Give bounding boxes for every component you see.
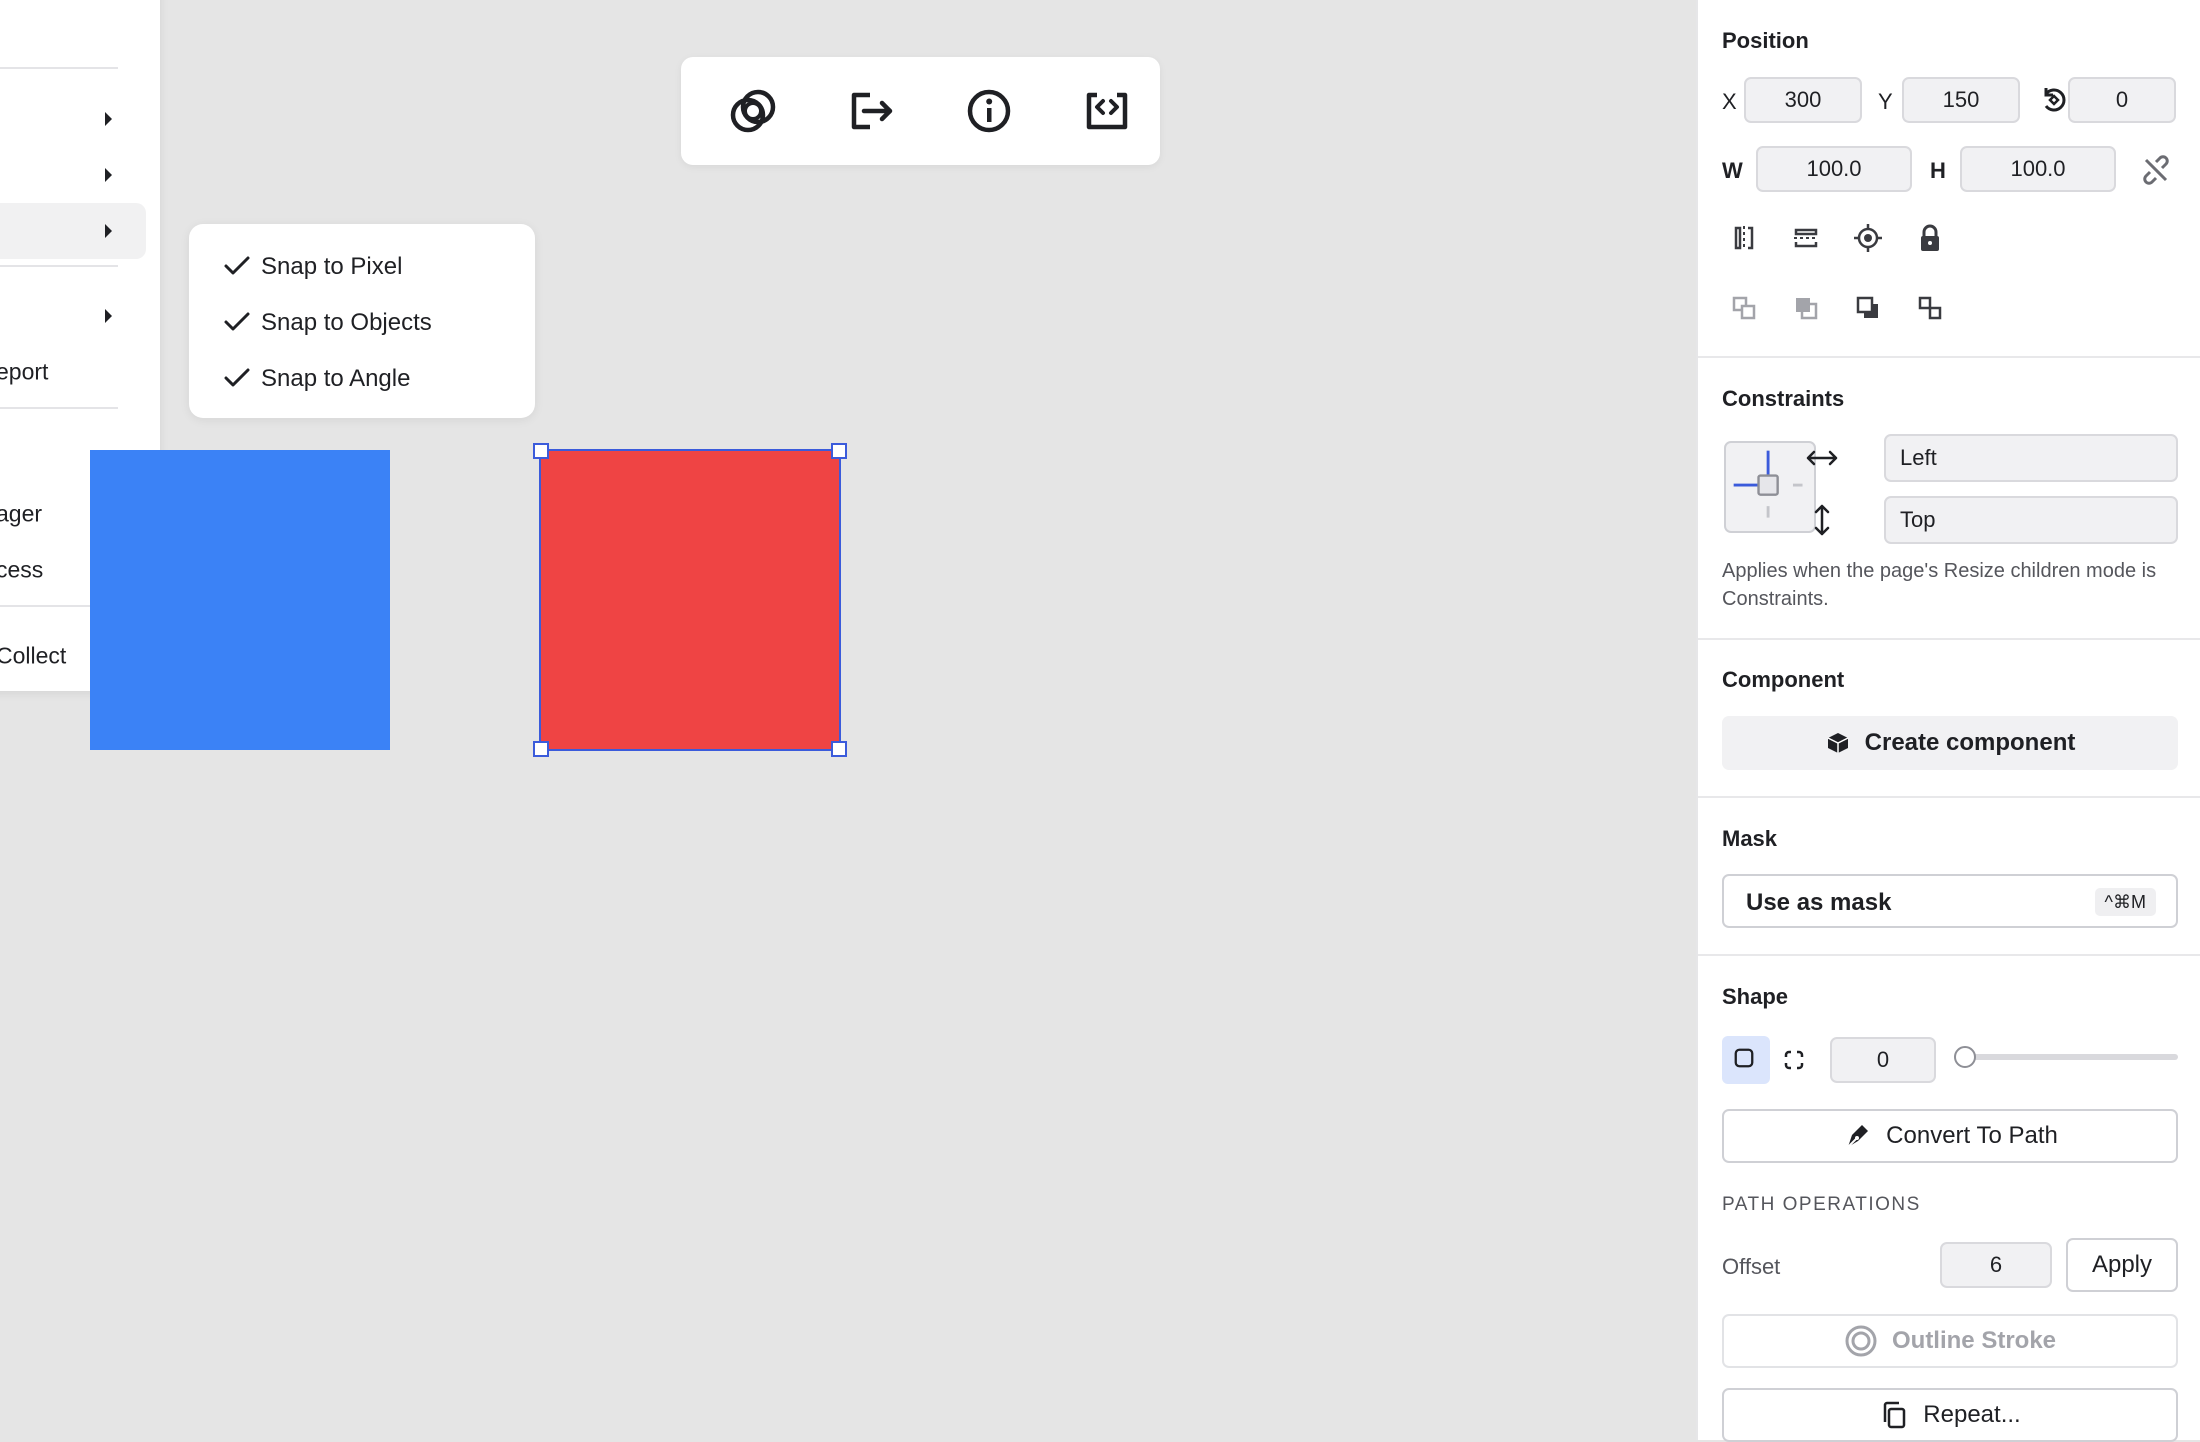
y-label: Y bbox=[1878, 89, 1893, 114]
section-divider bbox=[1698, 796, 2200, 798]
path-operations-caption: PATH OPERATIONS bbox=[1722, 1194, 1921, 1215]
individual-radius-button[interactable] bbox=[1772, 1038, 1816, 1082]
use-as-mask-label: Use as mask bbox=[1746, 889, 1892, 916]
create-component-button[interactable]: Create component bbox=[1722, 716, 2178, 770]
copy-icon bbox=[1884, 1401, 1906, 1429]
resize-handle-bottom-right[interactable] bbox=[831, 741, 847, 757]
y-input[interactable]: 150 bbox=[1902, 77, 2020, 123]
offset-input[interactable]: 6 bbox=[1940, 1242, 2052, 1288]
constraints-title: Constraints bbox=[1722, 386, 1845, 411]
x-input[interactable]: 300 bbox=[1744, 77, 1862, 123]
slider-track bbox=[1954, 1054, 2178, 1060]
send-backward-icon[interactable] bbox=[1784, 286, 1828, 330]
snap-item-label: Snap to Objects bbox=[261, 309, 432, 336]
snap-item-label: Snap to Pixel bbox=[261, 253, 403, 280]
x-label: X bbox=[1722, 89, 1737, 114]
boolean-union-icon bbox=[730, 89, 776, 133]
export-button[interactable] bbox=[840, 81, 900, 141]
checkmark-icon bbox=[224, 256, 250, 275]
snap-submenu: Snap to Pixel Snap to Objects Snap to An… bbox=[189, 224, 535, 418]
slider-thumb[interactable] bbox=[1954, 1046, 1976, 1068]
submenu-arrow-icon bbox=[105, 168, 112, 182]
vertical-constraint-select[interactable]: Top bbox=[1884, 496, 2178, 544]
snap-item-label: Snap to Angle bbox=[261, 365, 411, 392]
menu-item-label: cess bbox=[0, 556, 44, 583]
checkmark-icon bbox=[224, 312, 250, 331]
submenu-arrow-icon bbox=[105, 309, 112, 323]
unlink-aspect-icon[interactable] bbox=[2134, 148, 2178, 192]
constraints-help-text: Applies when the page's Resize children … bbox=[1722, 560, 2157, 610]
resize-handle-bottom-left[interactable] bbox=[533, 741, 549, 757]
flip-horizontal-icon[interactable] bbox=[1722, 216, 1766, 260]
create-component-label: Create component bbox=[1864, 729, 2076, 756]
outline-stroke-button[interactable]: Outline Stroke bbox=[1722, 1314, 2178, 1368]
shape-title: Shape bbox=[1722, 984, 1789, 1009]
apply-label: Apply bbox=[2091, 1251, 2153, 1278]
h-label: H bbox=[1930, 158, 1946, 183]
rotation-input[interactable]: 0 bbox=[2068, 77, 2176, 123]
export-icon bbox=[851, 92, 893, 130]
uniform-radius-button[interactable] bbox=[1722, 1036, 1770, 1084]
menu-item[interactable]: eport bbox=[0, 344, 146, 400]
floating-toolbar bbox=[681, 57, 1160, 165]
apply-offset-button[interactable]: Apply bbox=[2066, 1238, 2178, 1292]
rounded-square-icon bbox=[1734, 1048, 1754, 1068]
menu-separator bbox=[0, 265, 118, 267]
component-cube-icon bbox=[1827, 733, 1848, 753]
checkmark-icon bbox=[224, 368, 250, 387]
vertical-arrows-icon bbox=[1800, 498, 1844, 542]
horizontal-arrows-icon bbox=[1800, 436, 1844, 480]
mask-shortcut: ^⌘M bbox=[2094, 888, 2156, 916]
section-divider bbox=[1698, 954, 2200, 956]
resize-handle-top-right[interactable] bbox=[831, 443, 847, 459]
convert-to-path-button[interactable]: Convert To Path bbox=[1722, 1109, 2178, 1163]
repeat-button[interactable]: Repeat... bbox=[1722, 1388, 2178, 1442]
flip-vertical-icon[interactable] bbox=[1784, 216, 1828, 260]
menu-item[interactable] bbox=[0, 147, 146, 203]
lock-icon[interactable] bbox=[1908, 216, 1952, 260]
convert-to-path-label: Convert To Path bbox=[1886, 1122, 2058, 1149]
section-divider bbox=[1698, 356, 2200, 358]
properties-panel: Position X 300 Y 150 0 W 100.0 H 100.0 C… bbox=[1696, 0, 2200, 1442]
position-title: Position bbox=[1722, 28, 1809, 53]
mask-title: Mask bbox=[1722, 826, 1778, 851]
info-button[interactable] bbox=[959, 81, 1019, 141]
menu-item-label: ager bbox=[0, 500, 43, 527]
send-to-back-icon[interactable] bbox=[1908, 286, 1952, 330]
target-icon[interactable] bbox=[1846, 216, 1890, 260]
red-rectangle[interactable] bbox=[539, 449, 841, 751]
menu-item-label: Collect bbox=[0, 642, 67, 669]
repeat-label: Repeat... bbox=[1923, 1401, 2021, 1428]
submenu-arrow-icon bbox=[105, 224, 112, 238]
embed-code-button[interactable] bbox=[1077, 81, 1137, 141]
corner-radii-icon bbox=[1784, 1050, 1804, 1070]
bring-to-front-icon[interactable] bbox=[1846, 286, 1890, 330]
pen-tool-icon bbox=[1847, 1125, 1869, 1148]
use-as-mask-button[interactable]: Use as mask ^⌘M bbox=[1722, 874, 2178, 928]
menu-item[interactable] bbox=[0, 91, 146, 147]
blue-rectangle[interactable] bbox=[90, 450, 390, 750]
section-divider bbox=[1698, 638, 2200, 640]
embed-code-icon bbox=[1086, 92, 1128, 130]
component-title: Component bbox=[1722, 667, 1845, 692]
w-label: W bbox=[1722, 158, 1743, 183]
corner-radius-slider[interactable] bbox=[1954, 1043, 2178, 1073]
menu-separator bbox=[0, 407, 118, 409]
width-input[interactable]: 100.0 bbox=[1756, 146, 1912, 192]
menu-item-snap[interactable] bbox=[0, 203, 146, 259]
corner-radius-input[interactable]: 0 bbox=[1830, 1037, 1936, 1083]
info-icon bbox=[967, 89, 1011, 133]
menu-item[interactable] bbox=[0, 288, 146, 344]
offset-label: Offset bbox=[1722, 1254, 1781, 1279]
submenu-arrow-icon bbox=[105, 112, 112, 126]
bring-forward-icon[interactable] bbox=[1722, 286, 1766, 330]
outline-stroke-label: Outline Stroke bbox=[1891, 1327, 2057, 1354]
boolean-union-button[interactable] bbox=[723, 81, 783, 141]
menu-item-label: eport bbox=[0, 358, 49, 385]
height-input[interactable]: 100.0 bbox=[1960, 146, 2116, 192]
outline-stroke-icon bbox=[1845, 1325, 1877, 1357]
horizontal-constraint-select[interactable]: Left bbox=[1884, 434, 2178, 482]
menu-separator bbox=[0, 67, 118, 69]
resize-handle-top-left[interactable] bbox=[533, 443, 549, 459]
